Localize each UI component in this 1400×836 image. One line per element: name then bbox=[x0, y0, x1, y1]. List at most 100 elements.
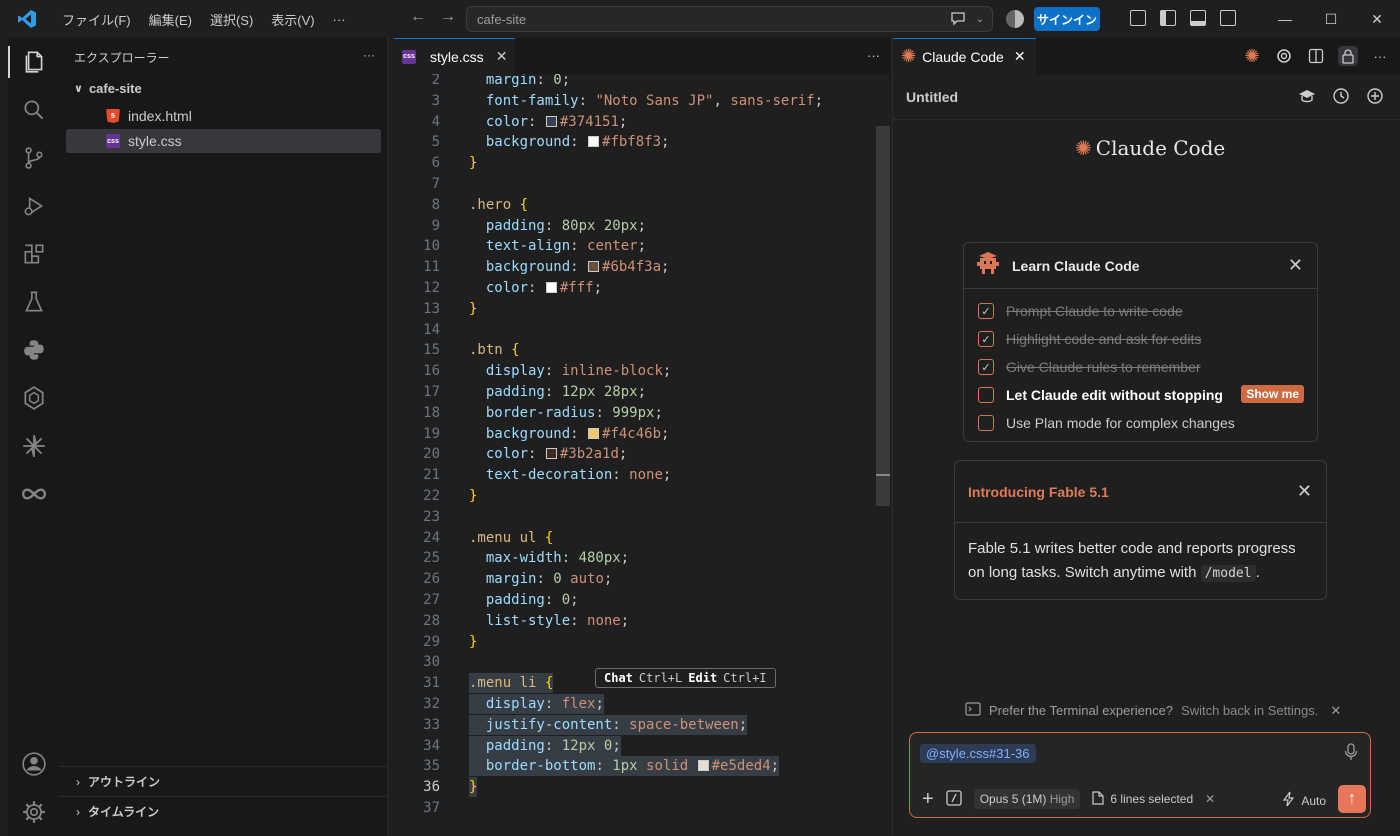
code-line[interactable]: 34 padding: 12px 0; bbox=[394, 735, 874, 756]
code-view[interactable]: Chat Ctrl+L Edit Ctrl+I 2 margin: 0; 3 fo… bbox=[394, 74, 890, 836]
learn-item[interactable]: Use Plan mode for complex changes bbox=[964, 409, 1317, 437]
code-line[interactable]: 22} bbox=[394, 486, 874, 506]
maximize-icon[interactable]: ☐ bbox=[1308, 0, 1354, 38]
code-line[interactable]: 30 bbox=[394, 652, 874, 672]
selection-chip[interactable]: 6 lines selected ✕ bbox=[1092, 790, 1215, 808]
learn-item[interactable]: ✓ Prompt Claude to write code bbox=[964, 297, 1317, 325]
add-attachment-icon[interactable]: + bbox=[922, 788, 934, 811]
code-line[interactable]: 17 padding: 12px 28px; bbox=[394, 382, 874, 402]
code-line[interactable]: 25 max-width: 480px; bbox=[394, 548, 874, 568]
timeline-section[interactable]: › タイムライン bbox=[60, 796, 387, 826]
testing-icon[interactable] bbox=[8, 278, 60, 326]
signin-button[interactable]: サインイン bbox=[1034, 7, 1100, 31]
split-editor-icon[interactable] bbox=[1306, 46, 1326, 66]
code-line[interactable]: 4 color: #374151; bbox=[394, 112, 874, 132]
code-line[interactable]: 3 font-family: "Noto Sans JP", sans-seri… bbox=[394, 91, 874, 111]
new-chat-icon[interactable] bbox=[1366, 87, 1384, 108]
checkbox-checked-icon[interactable]: ✓ bbox=[978, 359, 994, 375]
learn-item[interactable]: Let Claude edit without stopping Show me bbox=[964, 381, 1317, 409]
color-swatch[interactable] bbox=[588, 261, 600, 273]
menu-file[interactable]: ファイル(F) bbox=[54, 6, 139, 33]
lock-icon[interactable] bbox=[1338, 46, 1358, 66]
file-index-html[interactable]: 5 index.html bbox=[66, 104, 381, 128]
color-swatch[interactable] bbox=[588, 427, 600, 439]
code-line[interactable]: 7 bbox=[394, 174, 874, 194]
editor-more-actions-icon[interactable]: ··· bbox=[867, 48, 880, 63]
code-line[interactable]: 16 display: inline-block; bbox=[394, 361, 874, 381]
chat-icon[interactable] bbox=[950, 10, 966, 29]
more-actions-icon[interactable]: ··· bbox=[363, 48, 375, 62]
code-line[interactable]: 23 bbox=[394, 507, 874, 527]
tab-claude-code[interactable]: ✺ Claude Code ✕ bbox=[893, 38, 1036, 74]
account-icon[interactable] bbox=[8, 740, 60, 788]
back-arrow-icon[interactable]: ← bbox=[410, 8, 426, 26]
code-line[interactable]: 28 list-style: none; bbox=[394, 611, 874, 631]
close-icon[interactable]: ✕ bbox=[1330, 703, 1341, 719]
claude-sparkle-icon[interactable]: ✺ bbox=[1242, 46, 1262, 66]
command-center-search[interactable]: cafe-site ⌄ bbox=[466, 6, 993, 32]
close-icon[interactable]: ✕ bbox=[1297, 481, 1312, 502]
auto-mode-toggle[interactable]: Auto bbox=[1283, 791, 1326, 810]
toggle-panel-icon[interactable] bbox=[1190, 10, 1206, 26]
code-line[interactable]: 29} bbox=[394, 632, 874, 652]
code-line[interactable]: 10 text-align: center; bbox=[394, 236, 874, 256]
send-button[interactable]: ↑ bbox=[1338, 785, 1366, 813]
checkbox-checked-icon[interactable]: ✓ bbox=[978, 303, 994, 319]
model-selector[interactable]: Opus 5 (1M) High bbox=[973, 789, 1081, 809]
code-line[interactable]: 2 margin: 0; bbox=[394, 74, 874, 90]
toggle-secondary-sidebar-icon[interactable] bbox=[1220, 10, 1236, 26]
code-line[interactable]: 26 margin: 0 auto; bbox=[394, 569, 874, 589]
code-line[interactable]: 9 padding: 80px 20px; bbox=[394, 216, 874, 236]
color-swatch[interactable] bbox=[697, 760, 709, 772]
folder-row[interactable]: ∨ cafe-site bbox=[60, 76, 387, 100]
extensions-icon[interactable] bbox=[8, 230, 60, 278]
code-line[interactable]: 6} bbox=[394, 153, 874, 173]
settings-gear-icon[interactable] bbox=[8, 788, 60, 836]
code-line[interactable]: 24 .menu ul { bbox=[394, 528, 874, 548]
code-line[interactable]: 13} bbox=[394, 299, 874, 319]
source-control-icon[interactable] bbox=[8, 134, 60, 182]
openai-icon[interactable] bbox=[1274, 46, 1294, 66]
close-icon[interactable]: ✕ bbox=[1205, 792, 1215, 806]
file-style-css[interactable]: css style.css bbox=[66, 129, 381, 153]
code-line[interactable]: 11 background: #6b4f3a; bbox=[394, 257, 874, 277]
code-line[interactable]: 33 justify-content: space-between; bbox=[394, 714, 874, 735]
minimize-icon[interactable]: — bbox=[1262, 0, 1308, 38]
panel-more-actions-icon[interactable]: ··· bbox=[1370, 46, 1390, 66]
code-line[interactable]: 27 padding: 0; bbox=[394, 590, 874, 610]
menu-view[interactable]: 表示(V) bbox=[263, 6, 322, 33]
color-swatch[interactable] bbox=[545, 115, 557, 127]
code-line[interactable]: 20 color: #3b2a1d; bbox=[394, 444, 874, 464]
claude-sparkle-icon[interactable] bbox=[8, 422, 60, 470]
color-swatch[interactable] bbox=[588, 136, 600, 148]
remote-explorer-icon[interactable] bbox=[8, 374, 60, 422]
code-line[interactable]: 5 background: #fbf8f3; bbox=[394, 132, 874, 152]
close-tab-icon[interactable]: ✕ bbox=[496, 48, 508, 65]
menu-edit[interactable]: 編集(E) bbox=[141, 6, 200, 33]
code-line[interactable]: 37 bbox=[394, 798, 874, 818]
code-line[interactable]: 31 .menu li { bbox=[394, 673, 874, 694]
python-icon[interactable] bbox=[8, 326, 60, 374]
code-line[interactable]: 15 .btn { bbox=[394, 340, 874, 360]
search-icon[interactable] bbox=[8, 86, 60, 134]
code-line[interactable]: 21 text-decoration: none; bbox=[394, 465, 874, 485]
show-me-button[interactable]: Show me bbox=[1241, 385, 1304, 403]
checkbox-checked-icon[interactable]: ✓ bbox=[978, 331, 994, 347]
color-swatch[interactable] bbox=[545, 282, 557, 293]
slash-command-icon[interactable] bbox=[946, 789, 962, 809]
toggle-sidebar-icon[interactable] bbox=[1160, 10, 1176, 26]
learn-item[interactable]: ✓ Highlight code and ask for edits bbox=[964, 325, 1317, 353]
file-mention-chip[interactable]: @style.css#31-36 bbox=[920, 744, 1036, 763]
code-line[interactable]: 35 border-bottom: 1px solid #e5ded4; bbox=[394, 756, 874, 777]
copilot-icon[interactable] bbox=[1006, 10, 1024, 28]
graduation-cap-icon[interactable] bbox=[1298, 87, 1316, 108]
editor-scrollbar[interactable] bbox=[876, 126, 890, 506]
code-line[interactable]: 14 bbox=[394, 320, 874, 340]
close-tab-icon[interactable]: ✕ bbox=[1014, 48, 1026, 65]
code-line[interactable]: 12 color: #fff; bbox=[394, 278, 874, 298]
code-line[interactable]: 19 background: #f4c46b; bbox=[394, 424, 874, 444]
menu-selection[interactable]: 選択(S) bbox=[202, 6, 261, 33]
code-line[interactable]: 8 .hero { bbox=[394, 195, 874, 215]
history-icon[interactable] bbox=[1332, 87, 1350, 108]
code-line[interactable]: 32 display: flex; bbox=[394, 694, 874, 714]
